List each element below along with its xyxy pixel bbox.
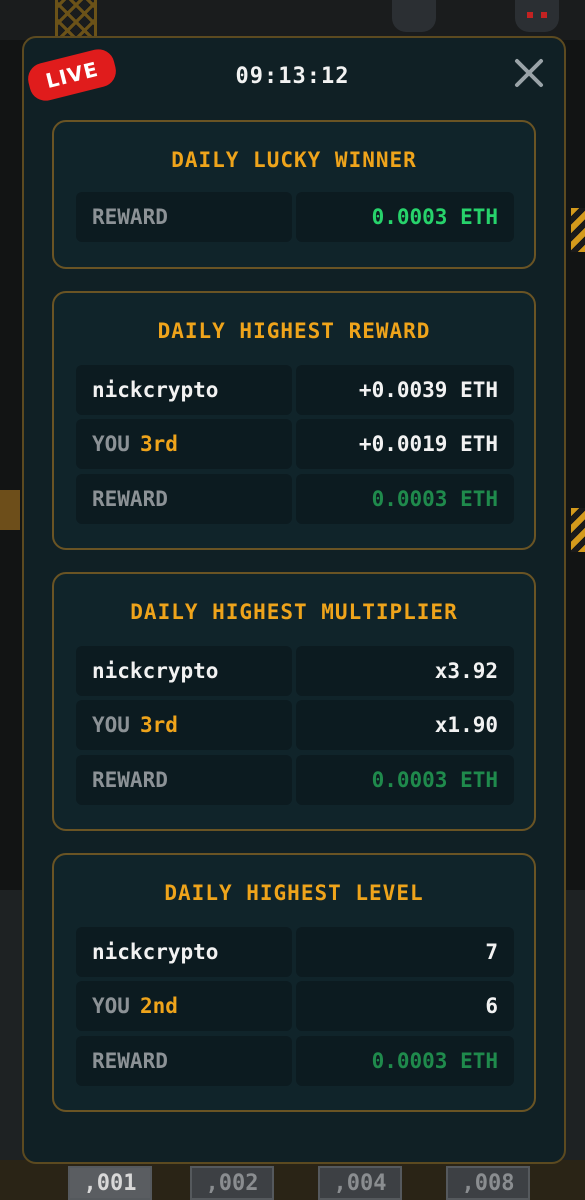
- leader-name: nickcrypto: [76, 927, 292, 977]
- reward-value: 0.0003 ETH: [296, 474, 514, 524]
- leader-value: 7: [296, 927, 514, 977]
- leader-row: nickcrypto x3.92: [76, 646, 514, 696]
- reward-label: REWARD: [76, 474, 292, 524]
- you-cell: YOU 2nd: [76, 981, 292, 1031]
- reward-row: REWARD 0.0003 ETH: [76, 1036, 514, 1086]
- card-title: DAILY HIGHEST MULTIPLIER: [130, 600, 458, 624]
- leader-row: nickcrypto +0.0039 ETH: [76, 365, 514, 415]
- leader-value: x3.92: [296, 646, 514, 696]
- you-rank: 3rd: [139, 713, 178, 737]
- reward-row: REWARD 0.0003 ETH: [76, 474, 514, 524]
- bet-chip[interactable]: ,008: [446, 1166, 530, 1200]
- you-cell: YOU 3rd: [76, 700, 292, 750]
- you-value: +0.0019 ETH: [296, 419, 514, 469]
- you-value: 6: [296, 981, 514, 1031]
- bet-chip[interactable]: ,001: [68, 1166, 152, 1200]
- reward-row: REWARD 0.0003 ETH: [76, 755, 514, 805]
- reward-label: REWARD: [76, 192, 292, 242]
- hazard-stripes: [571, 508, 585, 552]
- you-row: YOU 2nd 6: [76, 981, 514, 1031]
- reward-label: REWARD: [76, 1036, 292, 1086]
- reward-label: REWARD: [76, 755, 292, 805]
- scaffold-graphic: [55, 0, 97, 40]
- you-rank: 3rd: [139, 432, 178, 456]
- you-label: YOU: [92, 432, 130, 456]
- highest-reward-card: DAILY HIGHEST REWARD nickcrypto +0.0039 …: [52, 291, 536, 550]
- you-label: YOU: [92, 713, 130, 737]
- leader-name: nickcrypto: [76, 646, 292, 696]
- countdown-timer: 09:13:12: [235, 64, 350, 89]
- reward-row: REWARD 0.0003 ETH: [76, 192, 514, 242]
- card-title: DAILY HIGHEST LEVEL: [164, 881, 424, 905]
- bet-chip[interactable]: ,004: [318, 1166, 402, 1200]
- robot-figure: [392, 0, 436, 32]
- bet-chip[interactable]: ,002: [190, 1166, 274, 1200]
- reward-value: 0.0003 ETH: [296, 192, 514, 242]
- hazard-stripes: [571, 208, 585, 252]
- reward-value: 0.0003 ETH: [296, 1036, 514, 1086]
- you-cell: YOU 3rd: [76, 419, 292, 469]
- you-value: x1.90: [296, 700, 514, 750]
- you-rank: 2nd: [139, 994, 178, 1018]
- card-title: DAILY LUCKY WINNER: [171, 148, 417, 172]
- lucky-winner-card: DAILY LUCKY WINNER REWARD 0.0003 ETH: [52, 120, 536, 269]
- game-platform-edge: [0, 490, 20, 530]
- highest-level-card: DAILY HIGHEST LEVEL nickcrypto 7 YOU 2nd …: [52, 853, 536, 1112]
- highest-multiplier-card: DAILY HIGHEST MULTIPLIER nickcrypto x3.9…: [52, 572, 536, 831]
- leader-row: nickcrypto 7: [76, 927, 514, 977]
- reward-value: 0.0003 ETH: [296, 755, 514, 805]
- you-label: YOU: [92, 994, 130, 1018]
- robot-figure: [515, 0, 559, 32]
- you-row: YOU 3rd +0.0019 ETH: [76, 419, 514, 469]
- you-row: YOU 3rd x1.90: [76, 700, 514, 750]
- card-title: DAILY HIGHEST REWARD: [157, 319, 431, 343]
- leader-name: nickcrypto: [76, 365, 292, 415]
- close-icon[interactable]: [510, 54, 548, 92]
- leader-value: +0.0039 ETH: [296, 365, 514, 415]
